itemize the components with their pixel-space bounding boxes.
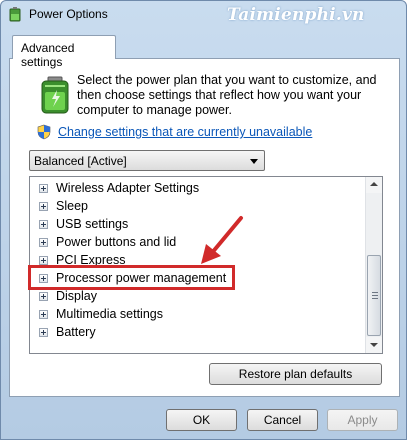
tree-item-sleep[interactable]: Sleep	[30, 197, 360, 215]
chevron-down-icon	[250, 159, 258, 164]
power-plan-dropdown[interactable]: Balanced [Active]	[29, 150, 265, 171]
tree-item-pci-express[interactable]: PCI Express	[30, 251, 360, 269]
tree-item-wireless-adapter-settings[interactable]: Wireless Adapter Settings	[30, 179, 360, 197]
tree-item-label: Wireless Adapter Settings	[56, 181, 200, 195]
tree-item-battery[interactable]: Battery	[30, 323, 360, 341]
tree-item-processor-power-management[interactable]: Processor power management	[30, 269, 360, 287]
tree-item-label: Display	[56, 289, 97, 303]
tree-item-label: Multimedia settings	[56, 307, 163, 321]
expand-plus-icon[interactable]	[39, 220, 48, 229]
tree-item-label: Power buttons and lid	[56, 235, 177, 249]
expand-plus-icon[interactable]	[39, 292, 48, 301]
expand-plus-icon[interactable]	[39, 184, 48, 193]
power-plan-value: Balanced [Active]	[34, 154, 127, 168]
tree-item-multimedia-settings[interactable]: Multimedia settings	[30, 305, 360, 323]
apply-button[interactable]: Apply	[327, 409, 398, 431]
title-bar[interactable]: Power Options Taimienphi.vn	[1, 1, 406, 29]
tab-label: Advanced settings	[21, 41, 75, 69]
scroll-thumb[interactable]	[367, 255, 381, 336]
vertical-scrollbar[interactable]	[365, 177, 382, 353]
uac-shield-icon	[37, 124, 51, 140]
tree-item-label: PCI Express	[56, 253, 126, 267]
expand-plus-icon[interactable]	[39, 238, 48, 247]
cancel-button[interactable]: Cancel	[247, 409, 318, 431]
arrow-down-icon	[370, 343, 378, 347]
scroll-down-button[interactable]	[366, 337, 382, 353]
expand-plus-icon[interactable]	[39, 328, 48, 337]
tree-item-power-buttons-and-lid[interactable]: Power buttons and lid	[30, 233, 360, 251]
plan-description: Select the power plan that you want to c…	[77, 73, 377, 117]
tree-item-label: Battery	[56, 325, 96, 339]
window-title: Power Options	[29, 7, 108, 21]
tab-advanced-settings[interactable]: Advanced settings	[12, 35, 116, 69]
tree-item-label: Sleep	[56, 199, 88, 213]
expand-plus-icon[interactable]	[39, 256, 48, 265]
power-options-icon	[9, 7, 21, 22]
grip-icon	[372, 292, 378, 299]
scroll-up-button[interactable]	[366, 177, 382, 193]
power-options-window: Power Options Taimienphi.vn Advanced set…	[0, 0, 407, 440]
watermark-logo: Taimienphi.vn	[227, 5, 365, 25]
arrow-up-icon	[370, 182, 378, 186]
settings-tree: Wireless Adapter Settings Sleep USB sett…	[29, 176, 383, 354]
expand-plus-icon[interactable]	[39, 310, 48, 319]
tree-item-usb-settings[interactable]: USB settings	[30, 215, 360, 233]
tree-item-label: USB settings	[56, 217, 129, 231]
restore-plan-defaults-button[interactable]: Restore plan defaults	[209, 363, 382, 385]
battery-icon	[41, 76, 69, 114]
expand-plus-icon[interactable]	[39, 274, 48, 283]
ok-button[interactable]: OK	[166, 409, 237, 431]
expand-plus-icon[interactable]	[39, 202, 48, 211]
tree-item-label: Processor power management	[56, 271, 227, 285]
change-settings-link[interactable]: Change settings that are currently unava…	[58, 125, 312, 139]
tree-item-display[interactable]: Display	[30, 287, 360, 305]
advanced-settings-panel: Select the power plan that you want to c…	[9, 58, 400, 397]
